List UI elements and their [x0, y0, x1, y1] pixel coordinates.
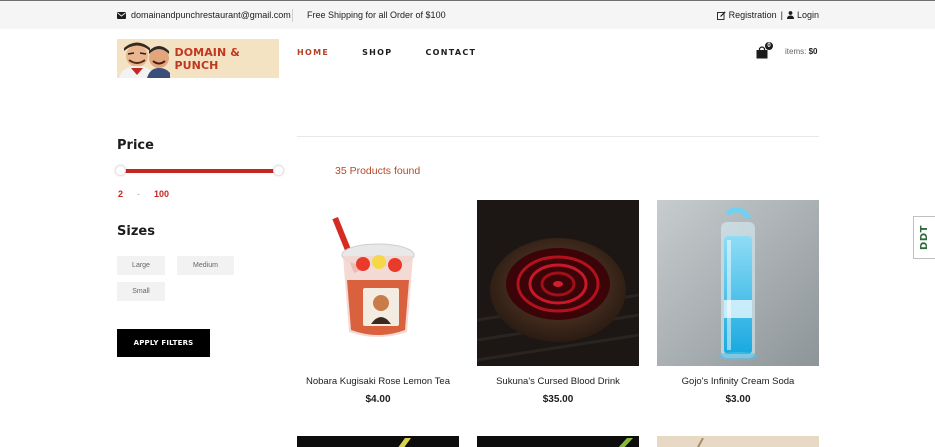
price-min-value: 2	[118, 189, 124, 199]
product-price-lemon-tea: $4.00	[365, 394, 391, 405]
size-small-button[interactable]: Small	[117, 282, 165, 301]
cart-total: items: $0	[785, 47, 817, 56]
price-range-dash: -	[137, 189, 141, 199]
logo-mascot-image	[117, 39, 171, 78]
top-bar: domainandpunchrestaurant@gmail.com Free …	[0, 0, 935, 29]
login-link[interactable]: Login	[797, 10, 819, 20]
auth-separator: |	[780, 10, 783, 20]
nav-contact[interactable]: CONTACT	[425, 48, 476, 57]
product-image-cream-soda[interactable]	[657, 200, 819, 366]
topbar-divider	[292, 9, 293, 22]
price-slider-max-handle[interactable]	[273, 165, 284, 176]
nav-home[interactable]: HOME	[297, 48, 329, 57]
logo-text: DOMAIN & PUNCH	[174, 45, 240, 72]
cart-items-label: items:	[785, 47, 807, 56]
size-medium-button[interactable]: Medium	[177, 256, 234, 275]
registration-link[interactable]: Registration	[729, 10, 777, 20]
price-max-value: 100	[154, 189, 170, 199]
email-text: domainandpunchrestaurant@gmail.com	[131, 10, 291, 20]
user-icon	[786, 11, 794, 19]
floating-side-badge[interactable]: DDT	[913, 216, 935, 259]
product-image-lemon-tea[interactable]	[297, 200, 459, 366]
product-name-lemon-tea[interactable]: Nobara Kugisaki Rose Lemon Tea	[297, 376, 459, 387]
side-badge-text: DDT	[919, 225, 930, 250]
nav-shop[interactable]: SHOP	[362, 48, 392, 57]
content-divider	[297, 136, 819, 137]
shipping-notice: Free Shipping for all Order of $100	[307, 10, 446, 20]
product-name-cursed-blood[interactable]: Sukuna's Cursed Blood Drink	[477, 376, 639, 387]
price-slider-track	[120, 169, 279, 173]
cart-button[interactable]: 0	[756, 42, 773, 59]
product-image-row2-1[interactable]	[297, 436, 459, 447]
site-logo[interactable]: DOMAIN & PUNCH	[117, 39, 279, 78]
main-nav: HOME SHOP CONTACT	[297, 48, 476, 57]
auth-links: Registration | Login	[716, 10, 819, 20]
contact-email[interactable]: domainandpunchrestaurant@gmail.com	[117, 10, 291, 20]
sizes-heading: Sizes	[117, 224, 155, 239]
product-price-cursed-blood: $35.00	[542, 394, 574, 405]
cart-count-badge: 0	[765, 42, 773, 50]
price-range: 2 - 100	[118, 189, 169, 199]
cart-total-value: $0	[808, 47, 818, 56]
size-large-button[interactable]: Large	[117, 256, 165, 275]
product-image-row2-3[interactable]	[657, 436, 819, 447]
price-slider-min-handle[interactable]	[115, 165, 126, 176]
price-slider[interactable]	[115, 163, 284, 179]
apply-filters-button[interactable]: APPLY FILTERS	[117, 329, 210, 357]
product-image-cursed-blood[interactable]	[477, 200, 639, 366]
envelope-icon	[117, 11, 126, 19]
product-price-cream-soda: $3.00	[725, 394, 751, 405]
product-name-cream-soda[interactable]: Gojo's Infinity Cream Soda	[657, 376, 819, 387]
price-heading: Price	[117, 138, 154, 153]
product-image-row2-2[interactable]	[477, 436, 639, 447]
edit-icon	[716, 10, 726, 20]
products-found-count: 35 Products found	[335, 165, 421, 177]
